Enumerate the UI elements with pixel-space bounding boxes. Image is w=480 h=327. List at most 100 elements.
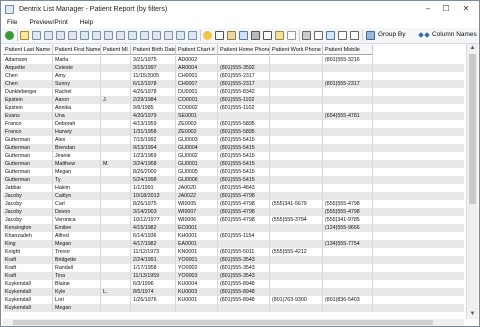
- table-icon[interactable]: [80, 31, 89, 40]
- menu-help[interactable]: Help: [74, 19, 99, 26]
- scroll-thumb[interactable]: [469, 54, 476, 204]
- table-icon[interactable]: [140, 31, 149, 40]
- table-cell: JA0020: [176, 184, 218, 192]
- table-icon[interactable]: [188, 31, 197, 40]
- group-icon[interactable]: [366, 31, 375, 40]
- table-icon[interactable]: [104, 31, 113, 40]
- table-cell: Bridgette: [53, 256, 101, 264]
- note-icon[interactable]: [275, 31, 284, 40]
- table-cell: [101, 80, 131, 88]
- columns-icon[interactable]: [424, 32, 430, 38]
- table-cell: KH0001: [176, 232, 218, 240]
- table-row[interactable]: Khanzadeh Alfred 6/14/1936 KH0001 (801)555-1…: [3, 232, 464, 240]
- copy-icon[interactable]: [20, 31, 29, 40]
- horizontal-scrollbar[interactable]: [3, 319, 464, 326]
- menu-file[interactable]: File: [1, 19, 23, 26]
- table-row[interactable]: Jacoby Carl 8/26/1975 WI0005 (801)555-4798 (5…: [3, 200, 464, 208]
- table-icon[interactable]: [44, 31, 53, 40]
- table-row[interactable]: Jacoby Caitlyn 10/18/2013 JA0022 (801)555-47…: [3, 192, 464, 200]
- table-cell: Khanzadeh: [3, 232, 53, 240]
- table-row[interactable]: Arquette Celeste 3/15/1997 AR0004 (801)555-3…: [3, 64, 464, 72]
- table-row[interactable]: Kraft Randall 1/17/1958 YO0002 (801)555-3543: [3, 264, 464, 272]
- table-cell: [323, 304, 373, 312]
- table-row[interactable]: Epstein Aaron J. 2/29/1984 CO0001 (801)555-11…: [3, 96, 464, 104]
- minimize-button[interactable]: –: [421, 3, 435, 14]
- table-icon[interactable]: [116, 31, 125, 40]
- close-button[interactable]: ✕: [459, 3, 473, 14]
- table-row[interactable]: Kuykendall Lori 1/26/1976 KU0001 (801)555-89…: [3, 296, 464, 304]
- table-row[interactable]: Kraft Bridgette 2/24/1991 YO0001 (801)555-35…: [3, 256, 464, 264]
- table-row[interactable]: Gutterman Megan 8/26/2000 GU0005 (801)555-54…: [3, 168, 464, 176]
- table-icon[interactable]: [92, 31, 101, 40]
- table-row[interactable]: Gutterman Alex 7/15/1992 GU0003 (801)555-541…: [3, 136, 464, 144]
- table-row[interactable]: Franco Deborah 4/13/1959 ZE0003 (801)555-589…: [3, 120, 464, 128]
- table-row[interactable]: Adamson Marla 3/21/1975 AD0002 (801)555-3216: [3, 56, 464, 64]
- maximize-button[interactable]: ☐: [439, 3, 453, 14]
- mail-icon[interactable]: [227, 31, 236, 40]
- table-row[interactable]: Jacoby Devon 3/14/2003 WI0007 (801)555-4798 (…: [3, 208, 464, 216]
- menu-preview-print[interactable]: Preview/Print: [23, 19, 73, 26]
- export-icon[interactable]: [326, 31, 335, 40]
- table-row[interactable]: Gutterman Jeanie 1/23/1969 GU0002 (801)555-5…: [3, 152, 464, 160]
- table-icon[interactable]: [350, 31, 359, 40]
- table-cell: (801)555-8948: [218, 296, 270, 304]
- group-by-button[interactable]: Group By: [378, 31, 405, 38]
- table-icon[interactable]: [176, 31, 185, 40]
- scroll-down-arrow[interactable]: ▼: [467, 310, 478, 319]
- columns-icon[interactable]: [418, 32, 424, 38]
- table-icon[interactable]: [128, 31, 137, 40]
- table-row[interactable]: Kensington Emilee 4/15/1982 EC0001 (124)555-…: [3, 224, 464, 232]
- print-icon[interactable]: [302, 31, 311, 40]
- table-cell: Megan: [53, 168, 101, 176]
- table-row[interactable]: Chen Amy 11/15/2005 CH0001 (801)555-2317: [3, 72, 464, 80]
- column-header[interactable]: Patient MI: [101, 45, 131, 55]
- table-row[interactable]: Kuykendall Kyle L. 8/5/1974 KU0003 (801)555-8…: [3, 288, 464, 296]
- column-header[interactable]: Patient Last Name: [3, 45, 53, 55]
- info-icon[interactable]: [203, 31, 212, 40]
- table-cell: GU0006: [176, 176, 218, 184]
- table-row[interactable]: Kuykendall Blaine 6/3/1996 KU0004 (801)555-8…: [3, 280, 464, 288]
- table-cell: [101, 112, 131, 120]
- column-names-button[interactable]: Column Names: [432, 31, 477, 38]
- table-row[interactable]: Epstein Annika 9/6/1985 CO0002 (801)555-1102: [3, 104, 464, 112]
- table-row[interactable]: Jacoby Veronica 10/12/1977 WI0006 (801)555-4…: [3, 216, 464, 224]
- table-row[interactable]: Evans Una 4/20/1979 SE0001 (654)555-4781: [3, 112, 464, 120]
- table-row[interactable]: Kuykendall Megan: [3, 304, 464, 312]
- table-cell: 10/12/1977: [131, 216, 176, 224]
- document-icon[interactable]: [263, 31, 272, 40]
- letter-icon[interactable]: [215, 31, 224, 40]
- column-header[interactable]: Patient First Name: [53, 45, 101, 55]
- column-header[interactable]: Patient Birth Date: [131, 45, 176, 55]
- table-icon[interactable]: [32, 31, 41, 40]
- table-row[interactable]: Jabbar Hakim 1/1/1991 JA0020 (801)555-4843: [3, 184, 464, 192]
- table-cell: [101, 296, 131, 304]
- table-icon[interactable]: [56, 31, 65, 40]
- scroll-up-arrow[interactable]: ▲: [467, 44, 478, 53]
- table-cell: 4/15/1982: [131, 224, 176, 232]
- horizontal-scroll-thumb[interactable]: [13, 320, 433, 325]
- vertical-scrollbar[interactable]: ▲ ▼: [466, 44, 478, 319]
- table-icon[interactable]: [68, 31, 77, 40]
- column-header[interactable]: Patient Work Phone: [270, 45, 323, 55]
- table-icon[interactable]: [164, 31, 173, 40]
- table-icon[interactable]: [338, 31, 347, 40]
- calendar-icon[interactable]: [239, 31, 248, 40]
- table-row[interactable]: Kraft Tina 11/13/1959 YO0003 (801)555-3543: [3, 272, 464, 280]
- table-row[interactable]: Gutterman Brendan 9/13/1994 GU0004 (801)555-…: [3, 144, 464, 152]
- preview-icon[interactable]: [314, 31, 323, 40]
- table-row[interactable]: Franco Harvey 1/31/1958 ZE0002 (801)555-5895: [3, 128, 464, 136]
- phone-icon[interactable]: [251, 31, 260, 40]
- column-header[interactable]: Patient Chart #: [176, 45, 218, 55]
- table-icon[interactable]: [152, 31, 161, 40]
- table-row[interactable]: Chen Sunny 6/12/1978 CH0007 (801)555-2317 (80…: [3, 80, 464, 88]
- refresh-icon[interactable]: [5, 31, 14, 40]
- table-row[interactable]: King Megan 4/17/1982 EA0001 (134)555-7754: [3, 240, 464, 248]
- table-row[interactable]: Gutterman Matthew M. 3/24/1968 GU0001 (801)55…: [3, 160, 464, 168]
- table-row[interactable]: Knight Trevor 11/12/1973 KN0001 (801)555-501…: [3, 248, 464, 256]
- text-icon[interactable]: [287, 31, 296, 40]
- patient-grid[interactable]: Patient Last Name Patient First Name Patie…: [3, 45, 464, 317]
- column-header[interactable]: Patient Home Phone: [218, 45, 270, 55]
- column-header[interactable]: Patient Mobile: [323, 45, 373, 55]
- table-row[interactable]: Dunkleberger Rachel 4/26/1978 DU0001 (801)55…: [3, 88, 464, 96]
- table-row[interactable]: Gutterman Ty 5/24/1998 GU0006 (801)555-5415: [3, 176, 464, 184]
